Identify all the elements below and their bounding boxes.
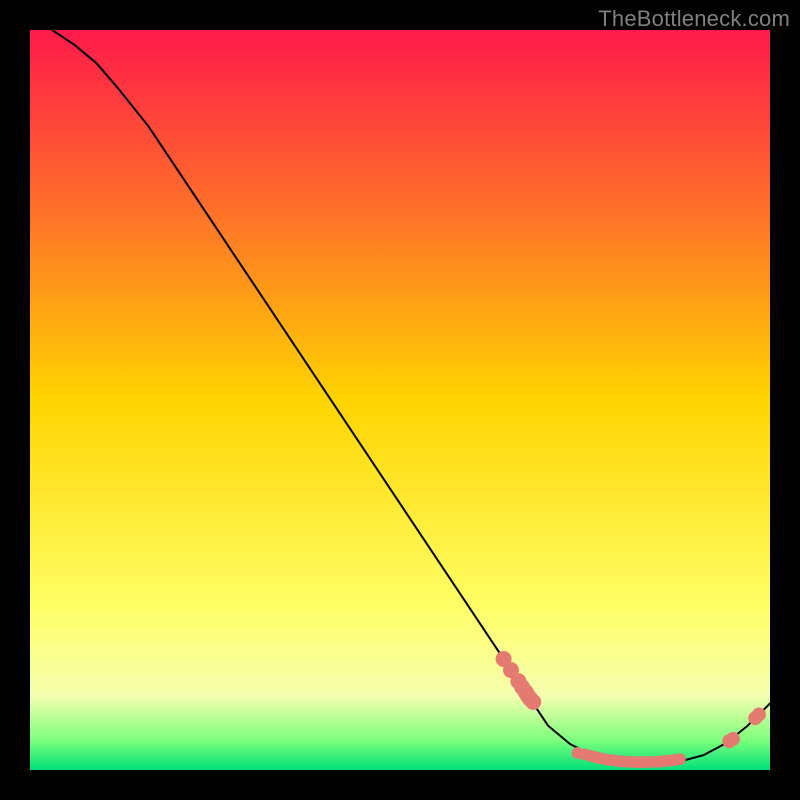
- data-point: [726, 732, 740, 746]
- data-point: [674, 753, 686, 765]
- watermark-text: TheBottleneck.com: [598, 6, 790, 32]
- chart-svg: [30, 30, 770, 770]
- data-point: [752, 708, 766, 722]
- plot-area: [30, 30, 770, 770]
- data-point: [525, 694, 541, 710]
- chart-background: [30, 30, 770, 770]
- chart-frame: TheBottleneck.com: [0, 0, 800, 800]
